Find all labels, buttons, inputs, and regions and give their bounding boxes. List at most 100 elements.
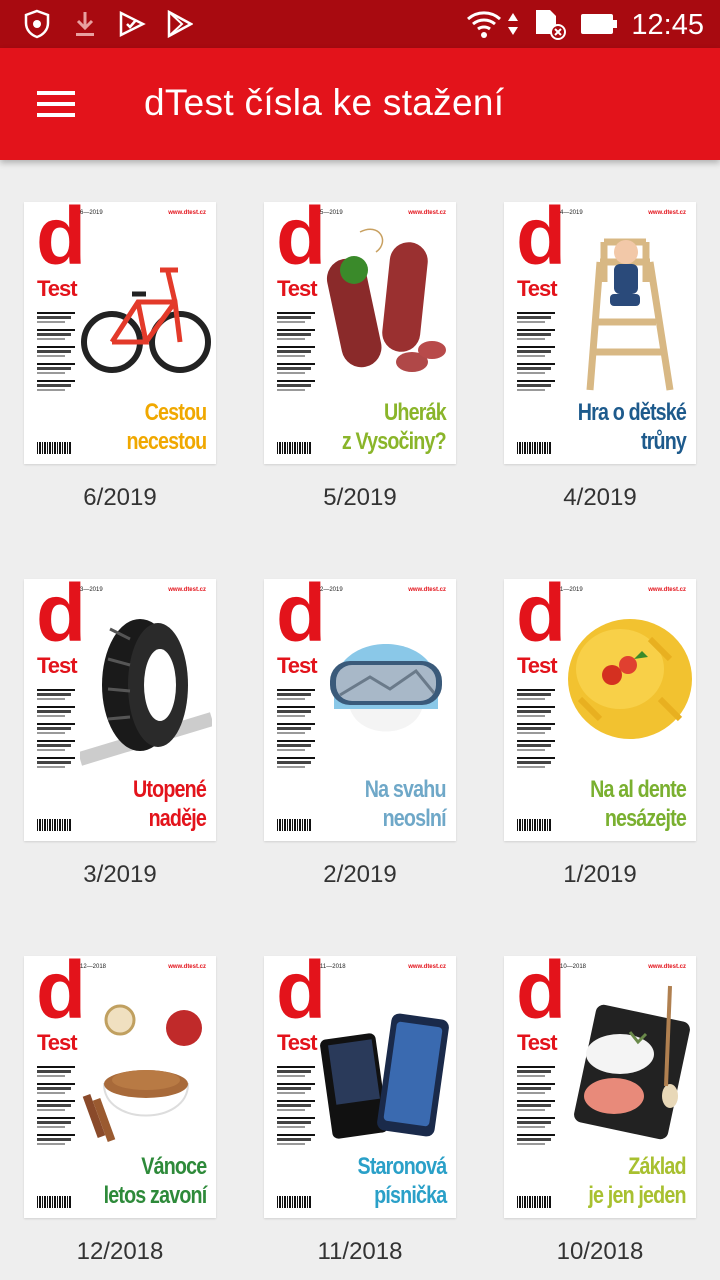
cover-logo-d: d (516, 202, 566, 282)
issue-label[interactable]: 2/2019 (264, 861, 456, 889)
cover-headline-line: Vánoce (140, 1153, 207, 1180)
cover-website: www.dtest.cz (408, 210, 446, 216)
cover-headline-line: Hra o dětské (577, 399, 687, 426)
issue-label[interactable]: 5/2019 (264, 484, 456, 512)
barcode-icon (517, 819, 551, 831)
issue-label[interactable]: 10/2018 (504, 1238, 696, 1266)
cover-website: www.dtest.cz (408, 964, 446, 970)
tire-image (80, 619, 212, 766)
cover-logo-test: Test (517, 276, 558, 301)
cover-headline-line: naděje (148, 805, 207, 832)
cover-issue-number: 4—2019 (560, 210, 583, 216)
pasta-image (568, 619, 692, 739)
cover-headline-line: Na svahu (365, 776, 447, 803)
issue-cover[interactable]: d Test 2—2019 www.dtest.cz Na svahu neoslní (264, 579, 456, 841)
cover-website: www.dtest.cz (168, 587, 206, 593)
cover-issue-number: 2—2019 (320, 587, 343, 593)
issue-label[interactable]: 12/2018 (24, 1238, 216, 1266)
barcode-icon (517, 1196, 551, 1208)
cover-logo-test: Test (37, 276, 78, 301)
cover-issue-number: 12—2018 (80, 964, 107, 970)
cover-issue-number: 5—2019 (320, 210, 343, 216)
cover-logo-test: Test (277, 653, 318, 678)
cover-headline: Cestou necestou (126, 398, 207, 456)
cover-logo-test: Test (517, 1030, 558, 1055)
clock: 12:45 (631, 9, 704, 41)
cover-website: www.dtest.cz (648, 587, 686, 593)
battery-icon (580, 8, 618, 40)
issue-label[interactable]: 1/2019 (504, 861, 696, 889)
cover-website: www.dtest.cz (168, 210, 206, 216)
cover-headline: Na al dente nesázejte (590, 775, 687, 833)
cover-contents-list (277, 683, 315, 768)
cover-website: www.dtest.cz (168, 964, 206, 970)
cover-logo-d: d (276, 579, 326, 659)
cover-headline: Základ je jen jeden (589, 1152, 687, 1210)
issue-label[interactable]: 3/2019 (24, 861, 216, 889)
bicycle-image (81, 267, 211, 373)
cover-contents-list (37, 683, 75, 768)
play-protect-icon (118, 8, 146, 40)
cover-headline-line: neoslní (382, 805, 447, 832)
cover-logo-test: Test (37, 1030, 78, 1055)
cover-headline: Hra o dětské trůny (577, 398, 687, 456)
ski-helmet-image (330, 644, 442, 732)
issue-label[interactable]: 6/2019 (24, 484, 216, 512)
phones-image (320, 1013, 449, 1139)
barcode-icon (277, 442, 311, 454)
cover-logo-test: Test (37, 653, 78, 678)
cover-headline-line: Základ (628, 1153, 687, 1180)
cover-headline-line: nesázejte (604, 805, 687, 832)
shield-icon (22, 8, 52, 40)
data-arrows-icon (506, 8, 520, 40)
issue-label[interactable]: 4/2019 (504, 484, 696, 512)
cover-headline: Utopené naděje (133, 775, 207, 833)
cover-logo-d: d (276, 202, 326, 282)
app-bar: dTest čísla ke stažení (0, 48, 720, 160)
issue-cover[interactable]: d Test 5—2019 www.dtest.cz Uherák z Vysočiny? (264, 202, 456, 464)
cover-logo-test: Test (517, 653, 558, 678)
cover-headline: Vánoce letos zavoní (103, 1152, 207, 1210)
cover-contents-list (517, 306, 555, 391)
cover-logo-d: d (36, 956, 86, 1036)
cover-website: www.dtest.cz (408, 587, 446, 593)
cover-website: www.dtest.cz (648, 210, 686, 216)
cover-contents-list (517, 683, 555, 768)
barcode-icon (517, 442, 551, 454)
cover-issue-number: 6—2019 (80, 210, 103, 216)
issue-cover[interactable]: d Test 12—2018 www.dtest.cz Vánoce letos zavo… (24, 956, 216, 1218)
app-title: dTest čísla ke stažení (144, 82, 505, 123)
issue-cover[interactable]: d Test 10—2018 www.dtest.cz Základ je jen jed… (504, 956, 696, 1218)
cover-headline-line: Uherák (384, 399, 447, 426)
issue-cover[interactable]: d Test 11—2018 www.dtest.cz Staronová písničk… (264, 956, 456, 1218)
cover-contents-list (277, 1060, 315, 1145)
cover-headline-line: písnička (373, 1182, 447, 1209)
cover-headline: Staronová písnička (357, 1152, 447, 1210)
barcode-icon (37, 819, 71, 831)
issue-cover[interactable]: d Test 1—2019 www.dtest.cz Na al dente nesáze… (504, 579, 696, 841)
cinnamon-bowl-image (82, 1004, 202, 1143)
cover-logo-test: Test (277, 276, 318, 301)
cover-logo-d: d (516, 956, 566, 1036)
high-chair-image (586, 238, 674, 391)
download-icon (72, 8, 98, 40)
cover-contents-list (37, 306, 75, 391)
cover-issue-number: 1—2019 (560, 587, 583, 593)
cover-logo-d: d (36, 579, 86, 659)
issue-cover[interactable]: d Test 6—2019 www.dtest.cz Cestou necestou (24, 202, 216, 464)
cover-issue-number: 3—2019 (80, 587, 103, 593)
issue-cover[interactable]: d Test 4—2019 www.dtest.cz Hra o dětské trůny (504, 202, 696, 464)
cover-logo-test: Test (277, 1030, 318, 1055)
cover-contents-list (517, 1060, 555, 1145)
cover-issue-number: 10—2018 (560, 964, 587, 970)
issue-cover[interactable]: d Test 3—2019 www.dtest.cz Utopené naděje (24, 579, 216, 841)
cover-headline-line: Staronová (357, 1153, 447, 1180)
issue-label[interactable]: 11/2018 (264, 1238, 456, 1266)
cover-headline: Na svahu neoslní (365, 775, 447, 833)
hamburger-menu-icon[interactable] (24, 76, 88, 132)
cover-headline: Uherák z Vysočiny? (342, 398, 447, 456)
wifi-icon (466, 8, 502, 40)
cover-headline-line: z Vysočiny? (342, 428, 447, 455)
barcode-icon (37, 1196, 71, 1208)
cover-logo-d: d (36, 202, 86, 282)
